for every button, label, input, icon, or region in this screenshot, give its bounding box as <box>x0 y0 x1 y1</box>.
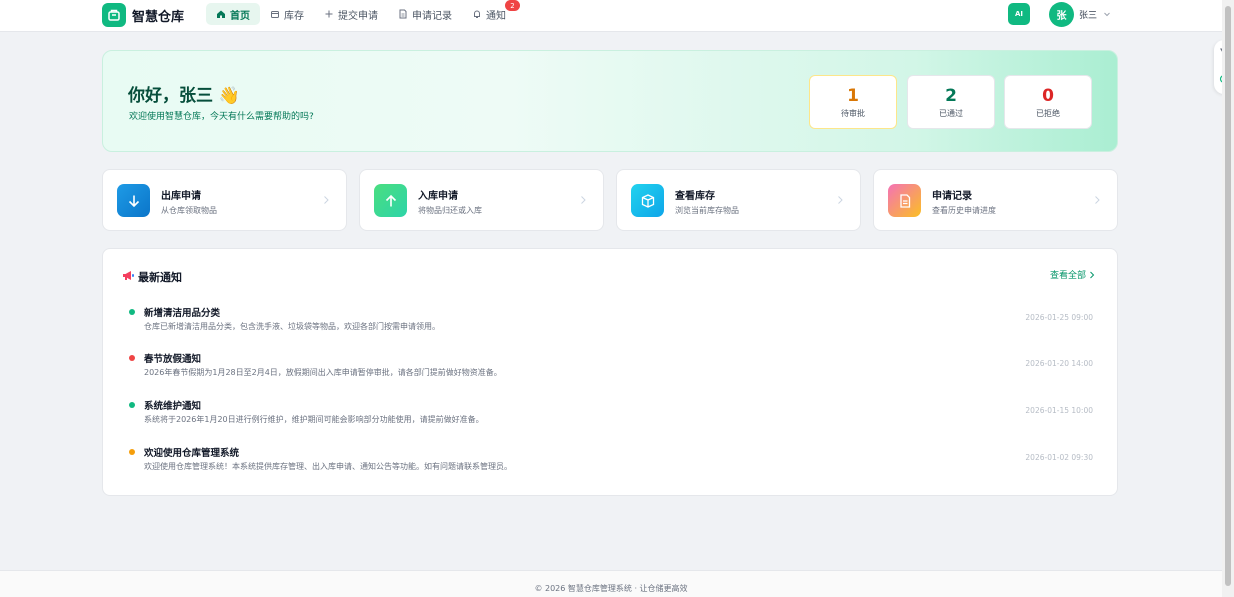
chevron-right-icon <box>838 196 843 204</box>
action-title: 入库申请 <box>418 191 458 202</box>
notice-item[interactable]: 春节放假通知 2026年春节假期为1月28日至2月4日，放假期间出入库申请暂停审… <box>129 351 1093 391</box>
brand[interactable]: 智慧仓库 <box>102 3 184 27</box>
notice-desc: 2026年春节假期为1月28日至2月4日，放假期间出入库申请暂停审批，请各部门提… <box>144 368 502 377</box>
view-all-label: 查看全部 <box>1049 271 1086 281</box>
chevron-right-icon <box>1095 196 1100 204</box>
main-nav: 首页 库存 提交申请 申请记录 通知 2 <box>206 0 520 25</box>
arrow-down-icon <box>117 184 150 217</box>
nav-label-submit: 提交申请 <box>338 10 378 22</box>
action-title: 查看库存 <box>675 191 715 202</box>
nav-item-notifications[interactable]: 通知 2 <box>462 0 520 25</box>
app-name: 智慧仓库 <box>132 9 185 25</box>
footer: © 2026 智慧仓库管理系统 · 让仓储更高效 <box>0 570 1222 597</box>
view-all-link[interactable]: 查看全部 <box>1050 268 1095 281</box>
action-card-inventory[interactable]: 查看库存 浏览当前库存物品 <box>616 169 861 231</box>
stat-rejected[interactable]: 0 已拒绝 <box>1004 75 1092 129</box>
plus-icon <box>325 10 333 18</box>
nav-item-submit[interactable]: 提交申请 <box>314 3 388 25</box>
user-name: 张三 <box>1079 10 1098 21</box>
stat-pending-label: 待审批 <box>841 109 865 118</box>
action-title: 出库申请 <box>161 191 201 202</box>
top-navbar: 智慧仓库 首页 库存 提交申请 申请记录 通知 2 AI 张 张三 <box>0 0 1222 32</box>
stat-approved-label: 已通过 <box>939 109 963 118</box>
notice-desc: 欢迎使用仓库管理系统！本系统提供库存管理、出入库申请、通知公告等功能。如有问题请… <box>144 462 512 471</box>
nav-item-records[interactable]: 申请记录 <box>388 3 462 25</box>
greeting-title: 你好，张三 👋 <box>128 86 241 106</box>
stat-pending-value: 1 <box>847 86 859 106</box>
stat-rejected-value: 0 <box>1042 86 1054 106</box>
stat-pending[interactable]: 1 待审批 <box>809 75 897 129</box>
avatar: 张 <box>1049 1 1074 27</box>
nav-label-notifications: 通知 <box>486 10 506 22</box>
bell-icon <box>474 10 480 18</box>
notice-dot <box>129 402 135 408</box>
nav-label-records: 申请记录 <box>412 10 452 22</box>
nav-label-home: 首页 <box>230 10 250 22</box>
notice-dot <box>129 309 135 315</box>
stat-approved[interactable]: 2 已通过 <box>907 75 995 129</box>
notice-panel-title: 最新通知 <box>138 271 182 284</box>
notice-time: 2026-01-25 09:00 <box>1025 313 1093 322</box>
action-card-records[interactable]: 申请记录 查看历史申请进度 <box>873 169 1118 231</box>
page-scrollbar[interactable] <box>1222 0 1234 597</box>
nav-item-inventory[interactable]: 库存 <box>260 3 314 25</box>
nav-item-home[interactable]: 首页 <box>206 3 260 25</box>
chevron-right-icon <box>1090 271 1095 278</box>
megaphone-icon <box>123 271 134 280</box>
notice-title: 春节放假通知 <box>144 354 202 365</box>
notice-time: 2026-01-20 14:00 <box>1025 359 1093 368</box>
notice-desc: 仓库已新增清洁用品分类，包含洗手液、垃圾袋等物品，欢迎各部门按需申请领用。 <box>144 322 440 331</box>
notice-item[interactable]: 新增清洁用品分类 仓库已新增清洁用品分类，包含洗手液、垃圾袋等物品，欢迎各部门按… <box>129 305 1093 345</box>
action-desc: 从仓库领取物品 <box>161 206 217 215</box>
notice-title: 新增清洁用品分类 <box>144 308 221 319</box>
notice-time: 2026-01-15 10:00 <box>1025 406 1093 415</box>
file-icon <box>888 184 921 217</box>
notification-badge: 2 <box>505 0 520 11</box>
welcome-banner: 你好，张三 👋 欢迎使用智慧仓库，今天有什么需要帮助的吗? 1 待审批 2 已通… <box>102 50 1118 152</box>
chevron-right-icon <box>581 196 586 204</box>
action-card-outbound[interactable]: 出库申请 从仓库领取物品 <box>102 169 347 231</box>
stat-approved-value: 2 <box>945 86 957 106</box>
footer-text: © 2026 智慧仓库管理系统 · 让仓储更高效 <box>534 584 688 593</box>
home-icon <box>217 10 225 18</box>
notice-dot <box>129 355 135 361</box>
action-desc: 浏览当前库存物品 <box>675 206 739 215</box>
action-card-inbound[interactable]: 入库申请 将物品归还或入库 <box>359 169 604 231</box>
notice-dot <box>129 449 135 455</box>
box-icon <box>271 11 279 18</box>
scrollbar-thumb[interactable] <box>1225 6 1231 586</box>
chevron-right-icon <box>324 196 329 204</box>
warehouse-logo-icon <box>102 3 126 27</box>
notice-title: 欢迎使用仓库管理系统 <box>144 448 240 459</box>
notice-item[interactable]: 系统维护通知 系统将于2026年1月20日进行例行维护，维护期间可能会影响部分功… <box>129 398 1093 438</box>
greeting-subtitle: 欢迎使用智慧仓库，今天有什么需要帮助的吗? <box>129 112 314 122</box>
document-icon <box>399 9 407 19</box>
nav-label-inventory: 库存 <box>284 10 304 22</box>
action-desc: 将物品归还或入库 <box>418 206 482 215</box>
action-title: 申请记录 <box>932 191 972 202</box>
notice-desc: 系统将于2026年1月20日进行例行维护，维护期间可能会影响部分功能使用，请提前… <box>144 415 484 424</box>
action-desc: 查看历史申请进度 <box>932 206 996 215</box>
arrow-up-icon <box>374 184 407 217</box>
notice-title: 系统维护通知 <box>144 401 202 412</box>
user-menu[interactable]: 张 张三 <box>1049 1 1111 27</box>
notice-panel: 最新通知 查看全部 新增清洁用品分类 仓库已新增清洁用品分类，包含洗手液、垃圾袋… <box>102 248 1118 496</box>
notice-time: 2026-01-02 09:30 <box>1025 453 1093 462</box>
package-icon <box>631 184 664 217</box>
chevron-down-icon <box>1104 12 1110 17</box>
notice-item[interactable]: 欢迎使用仓库管理系统 欢迎使用仓库管理系统！本系统提供库存管理、出入库申请、通知… <box>129 445 1093 485</box>
stat-rejected-label: 已拒绝 <box>1036 109 1060 118</box>
ai-assistant-button[interactable]: AI <box>1008 3 1030 25</box>
